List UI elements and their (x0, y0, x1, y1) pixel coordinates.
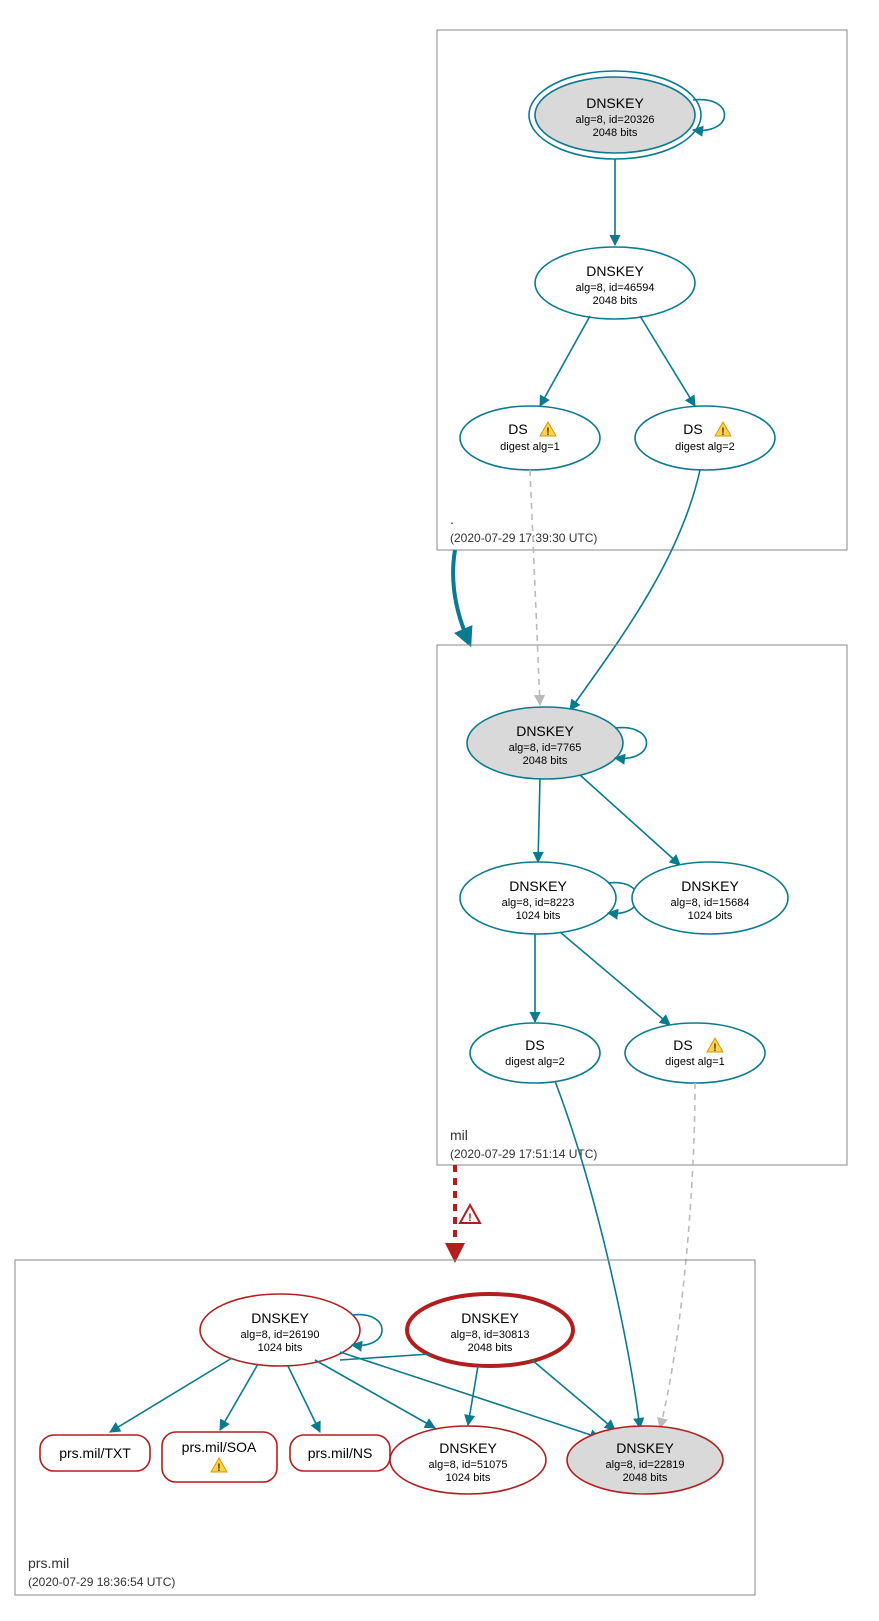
svg-text:DS: DS (508, 421, 527, 437)
svg-text:prs.mil/TXT: prs.mil/TXT (59, 1445, 131, 1461)
node-root-ksk[interactable]: DNSKEY alg=8, id=20326 2048 bits (529, 71, 725, 159)
svg-text:2048 bits: 2048 bits (523, 755, 568, 767)
svg-text:DNSKEY: DNSKEY (509, 878, 567, 894)
svg-text:DS: DS (683, 421, 702, 437)
svg-text:1024 bits: 1024 bits (258, 1342, 303, 1354)
zone-mil-label: mil (450, 1127, 468, 1143)
node-mil-zsk2[interactable]: DNSKEY alg=8, id=15684 1024 bits (632, 862, 788, 934)
node-prs-k1[interactable]: DNSKEY alg=8, id=26190 1024 bits (200, 1294, 382, 1366)
svg-text:!: ! (468, 1212, 472, 1224)
svg-text:1024 bits: 1024 bits (446, 1472, 491, 1484)
node-root-ds1[interactable]: DS digest alg=1 ! (460, 406, 600, 470)
svg-text:!: ! (721, 426, 725, 438)
svg-text:digest alg=2: digest alg=2 (505, 1056, 565, 1068)
zone-prsmil-time: (2020-07-29 18:36:54 UTC) (28, 1575, 175, 1589)
svg-text:DNSKEY: DNSKEY (616, 1440, 674, 1456)
node-prs-ns[interactable]: prs.mil/NS (290, 1435, 390, 1471)
svg-text:alg=8, id=7765: alg=8, id=7765 (509, 742, 582, 754)
node-mil-zsk1[interactable]: DNSKEY alg=8, id=8223 1024 bits (460, 862, 638, 934)
svg-text:!: ! (217, 1462, 221, 1474)
node-root-zsk[interactable]: DNSKEY alg=8, id=46594 2048 bits (535, 247, 695, 319)
node-mil-ds1[interactable]: DS digest alg=1 ! (625, 1023, 765, 1083)
svg-text:alg=8, id=46594: alg=8, id=46594 (576, 282, 655, 294)
svg-text:DNSKEY: DNSKEY (461, 1310, 519, 1326)
svg-text:alg=8, id=20326: alg=8, id=20326 (576, 114, 655, 126)
svg-text:DNSKEY: DNSKEY (586, 95, 644, 111)
svg-text:digest alg=2: digest alg=2 (675, 441, 735, 453)
svg-text:digest alg=1: digest alg=1 (665, 1056, 725, 1068)
svg-text:prs.mil/SOA: prs.mil/SOA (182, 1439, 257, 1455)
svg-text:2048 bits: 2048 bits (593, 295, 638, 307)
svg-text:2048 bits: 2048 bits (593, 127, 638, 139)
error-icon: ! (460, 1205, 480, 1224)
svg-text:DNSKEY: DNSKEY (586, 263, 644, 279)
zone-root-label: . (450, 511, 454, 527)
node-prs-soa[interactable]: prs.mil/SOA ! (162, 1432, 277, 1482)
zone-prsmil-label: prs.mil (28, 1555, 69, 1571)
svg-text:prs.mil/NS: prs.mil/NS (308, 1445, 373, 1461)
svg-text:1024 bits: 1024 bits (516, 910, 561, 922)
svg-text:DNSKEY: DNSKEY (251, 1310, 309, 1326)
svg-text:!: ! (546, 426, 550, 438)
node-prs-k2[interactable]: DNSKEY alg=8, id=30813 2048 bits (407, 1294, 573, 1366)
svg-text:!: ! (713, 1042, 717, 1054)
svg-text:DNSKEY: DNSKEY (439, 1440, 497, 1456)
svg-text:alg=8, id=8223: alg=8, id=8223 (502, 897, 575, 909)
node-prs-txt[interactable]: prs.mil/TXT (40, 1435, 150, 1471)
node-mil-ds2[interactable]: DS digest alg=2 (470, 1023, 600, 1083)
svg-text:alg=8, id=30813: alg=8, id=30813 (451, 1329, 530, 1341)
svg-text:digest alg=1: digest alg=1 (500, 441, 560, 453)
node-mil-ksk[interactable]: DNSKEY alg=8, id=7765 2048 bits (467, 707, 647, 779)
svg-text:DS: DS (525, 1037, 544, 1053)
svg-text:alg=8, id=51075: alg=8, id=51075 (429, 1459, 508, 1471)
zone-root-time: (2020-07-29 17:39:30 UTC) (450, 531, 597, 545)
svg-text:alg=8, id=15684: alg=8, id=15684 (671, 897, 750, 909)
svg-text:1024 bits: 1024 bits (688, 910, 733, 922)
svg-text:DNSKEY: DNSKEY (516, 723, 574, 739)
svg-text:2048 bits: 2048 bits (468, 1342, 513, 1354)
svg-text:2048 bits: 2048 bits (623, 1472, 668, 1484)
node-prs-k4[interactable]: DNSKEY alg=8, id=22819 2048 bits (567, 1426, 723, 1494)
svg-text:DNSKEY: DNSKEY (681, 878, 739, 894)
zone-mil-time: (2020-07-29 17:51:14 UTC) (450, 1147, 597, 1161)
svg-text:alg=8, id=22819: alg=8, id=22819 (606, 1459, 685, 1471)
node-root-ds2[interactable]: DS digest alg=2 ! (635, 406, 775, 470)
svg-text:DS: DS (673, 1037, 692, 1053)
svg-text:alg=8, id=26190: alg=8, id=26190 (241, 1329, 320, 1341)
node-prs-k3[interactable]: DNSKEY alg=8, id=51075 1024 bits (390, 1426, 546, 1494)
